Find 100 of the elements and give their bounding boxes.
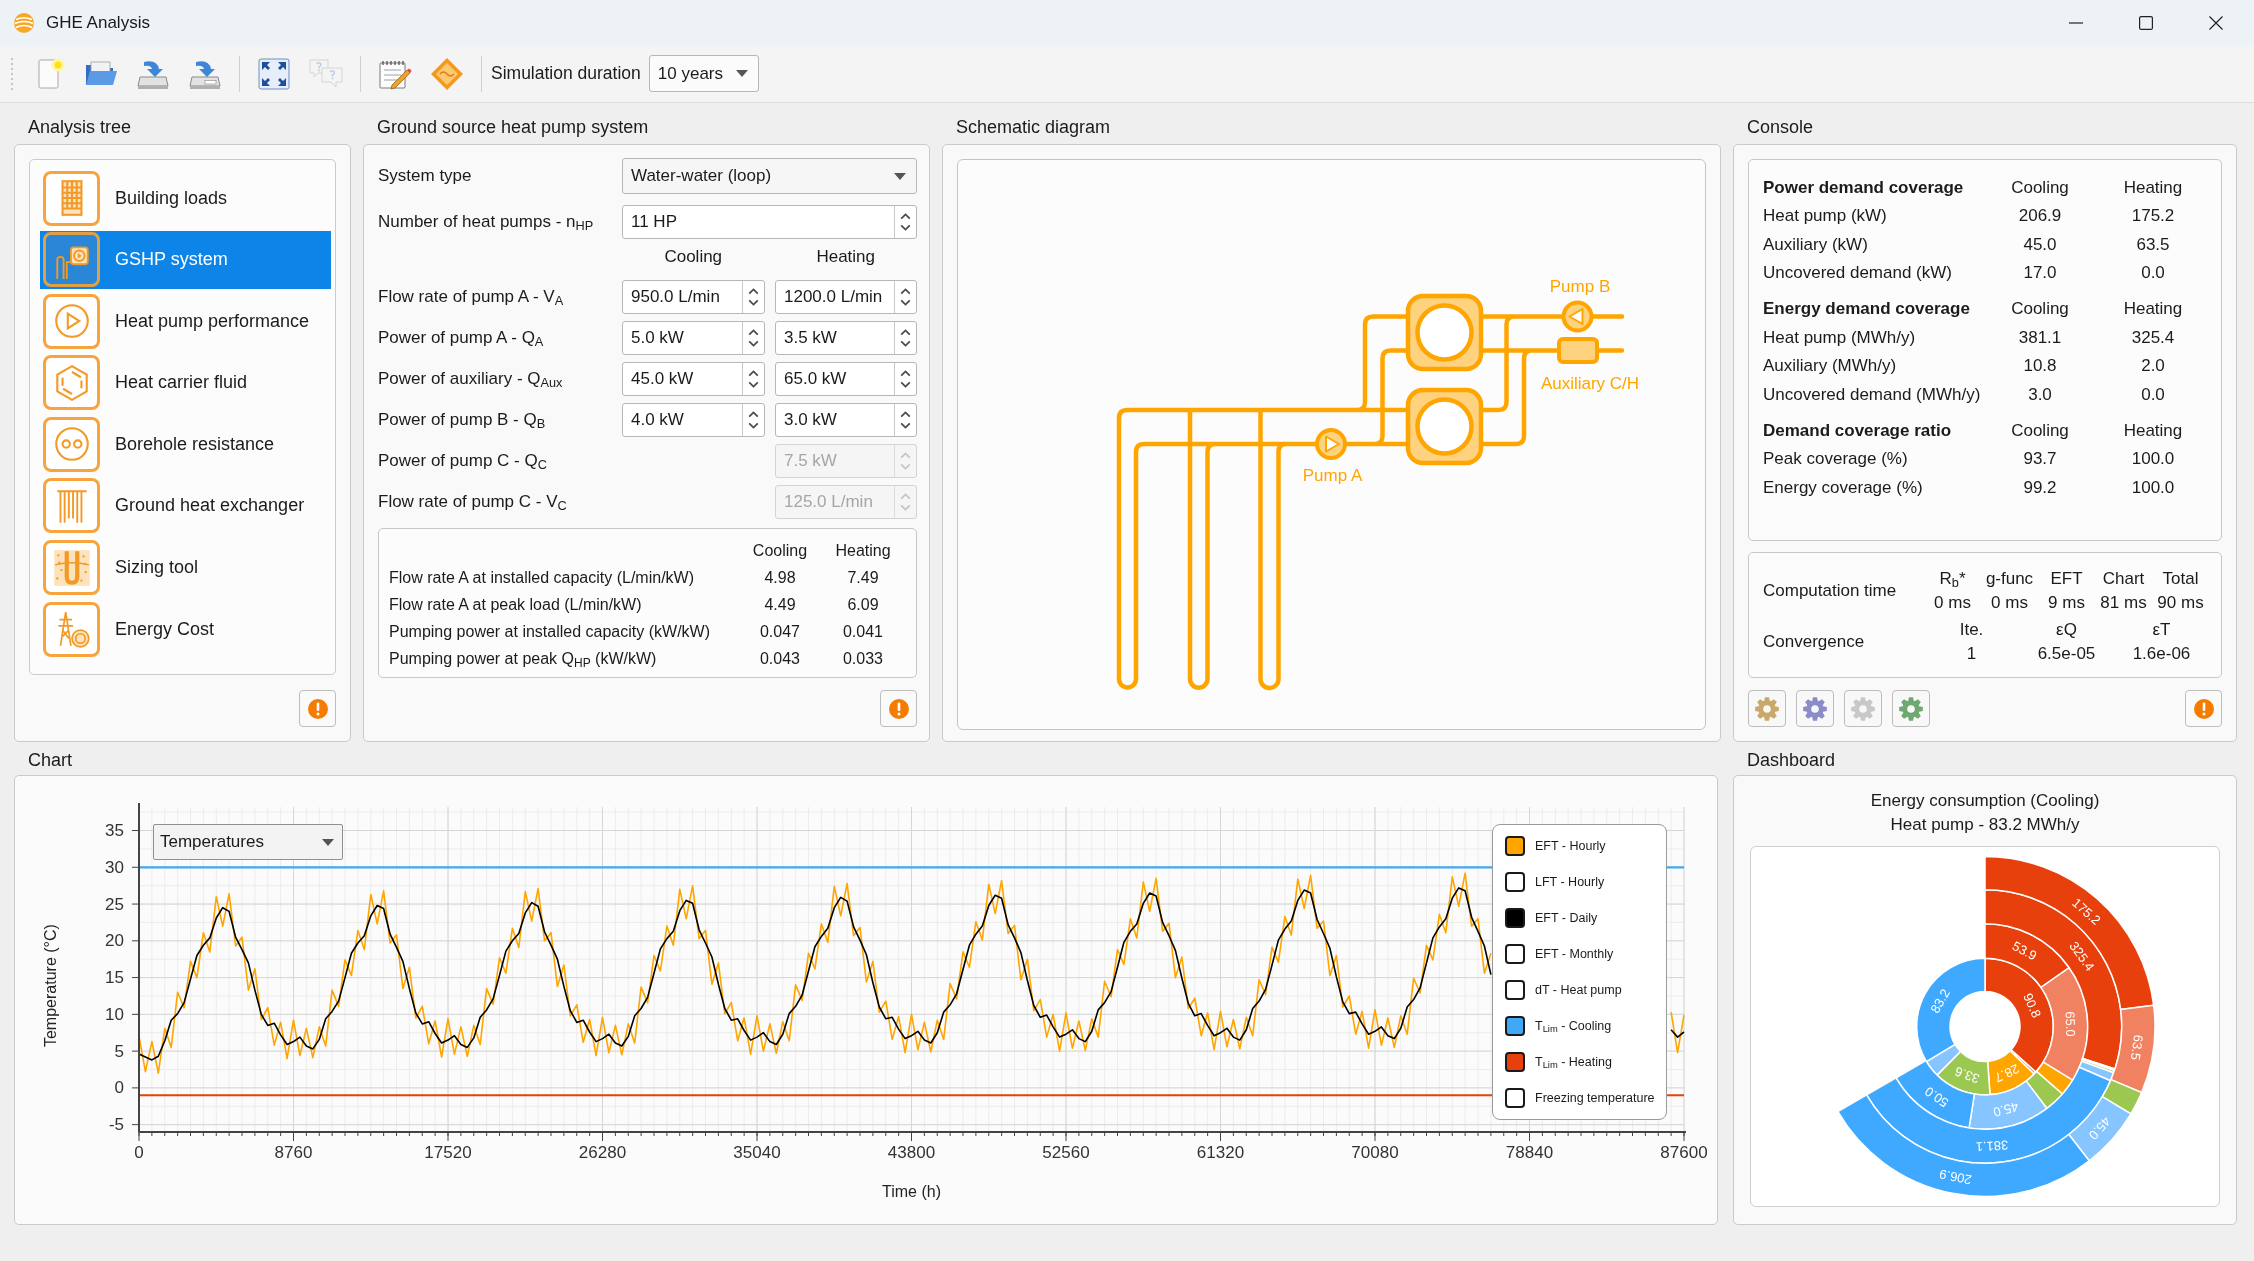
- axis-tick-label: 78840: [1505, 1142, 1554, 1162]
- table-cell-text: 381.1: [2018, 326, 2062, 349]
- table-cell-text: 4.98: [764, 567, 796, 588]
- table-cell-text: 45.0: [2023, 233, 2057, 256]
- row-label: Uncovered demand (kW): [1763, 263, 1952, 282]
- field-label: Power of pump B - Q$_{B}$: [378, 410, 546, 430]
- component-label: Pump A: [1302, 465, 1363, 485]
- row-label: Auxiliary (kW): [1763, 234, 1868, 254]
- slice-value-label: 33.6: [1952, 1063, 1982, 1087]
- field-label: Power of pump A - Q$_{A}$: [378, 328, 544, 348]
- table-cell-text: 9 ms: [2048, 592, 2085, 614]
- chart-subtitle: Heat pump - 83.2 MWh/y: [1890, 814, 2080, 836]
- row-label: Computation time: [1763, 581, 1897, 601]
- table-cell-text: 7.49: [847, 567, 879, 588]
- table-cell-text: 99.2: [2023, 476, 2057, 499]
- table-cell-text: 93.7: [2023, 448, 2057, 470]
- table-cell-text: 81 ms: [2100, 592, 2147, 614]
- legend-label: T$_{Lim}$ - Cooling: [1535, 1017, 1612, 1036]
- slice-value-label: 83.2: [1927, 986, 1953, 1016]
- panel-title: Dashboard: [1747, 748, 1836, 772]
- table-cell-text: 4.49: [764, 594, 796, 615]
- column-header: Cooling: [2011, 298, 2069, 320]
- row-label: Heat pump (kW): [1763, 206, 1887, 225]
- table-cell-text: 100.0: [2131, 476, 2175, 499]
- table-cell-text: 0 ms: [1991, 592, 2028, 614]
- table-cell-text: 0.0: [2141, 383, 2165, 406]
- axis-tick-label: 25: [105, 894, 124, 914]
- column-header: Cooling: [664, 246, 723, 269]
- column-header: Total: [2162, 568, 2199, 590]
- panel-title: Chart: [28, 748, 72, 772]
- panel-title: Schematic diagram: [956, 115, 1111, 139]
- column-header: Cooling: [2011, 419, 2069, 442]
- section-heading: Energy demand coverage: [1763, 299, 1970, 318]
- table-cell-text: 10.8: [2023, 355, 2057, 377]
- table-cell-text: 0 ms: [1934, 592, 1971, 614]
- column-header: Cooling: [2011, 176, 2069, 199]
- table-cell-text: 2.0: [2141, 355, 2165, 377]
- component-label: Pump B: [1549, 276, 1611, 296]
- section-heading: Demand coverage ratio: [1763, 420, 1951, 440]
- table-cell-text: 17.0: [2023, 262, 2057, 284]
- section-heading: Power demand coverage: [1763, 177, 1964, 197]
- row-label: Auxiliary (MWh/y): [1763, 356, 1897, 375]
- column-header: εQ: [2056, 619, 2077, 641]
- slice-value-label: 63.5: [2127, 1033, 2147, 1061]
- column-header: Ite.: [1959, 619, 1984, 641]
- row-label: Flow rate A at installed capacity (L/min/kW): [389, 568, 694, 586]
- field-label: System type: [378, 166, 472, 186]
- field-label: Flow rate of pump C - V$_{C}$: [378, 492, 567, 512]
- slice-value-label: 53.9: [2009, 938, 2040, 964]
- chart-title: Energy consumption (Cooling): [1870, 790, 2100, 812]
- row-label: Pumping power at installed capacity (kW/kW): [389, 622, 710, 640]
- column-header: Heating: [2123, 176, 2183, 199]
- table-cell-text: 0.033: [842, 648, 883, 669]
- panel-title: Analysis tree: [28, 115, 132, 139]
- legend-label: EFT - Hourly: [1535, 837, 1606, 855]
- table-cell-text: 325.4: [2131, 326, 2175, 349]
- table-cell-text: 0.0: [2141, 262, 2165, 284]
- axis-tick-label: 30: [105, 857, 124, 877]
- table-cell-text: 0.043: [759, 648, 800, 669]
- axis-tick-label: 87600: [1660, 1142, 1708, 1162]
- row-label: Heat pump (MWh/y): [1763, 327, 1916, 347]
- legend-label: EFT - Monthly: [1535, 945, 1614, 963]
- legend-label: LFT - Hourly: [1535, 873, 1605, 891]
- window-title: GHE Analysis: [46, 11, 150, 34]
- axis-tick-label: 70080: [1351, 1142, 1399, 1162]
- table-cell-text: 1.6e-06: [2132, 643, 2191, 665]
- duration-label: Simulation duration: [491, 62, 641, 86]
- table-cell-text: 6.09: [847, 594, 879, 615]
- column-header: Heating: [2123, 419, 2183, 442]
- field-label: Flow rate of pump A - V$_{A}$: [378, 287, 564, 307]
- component-label: Auxiliary C/H: [1540, 374, 1640, 393]
- column-header: g-func: [1985, 568, 2034, 590]
- column-header: EFT: [2050, 568, 2083, 590]
- legend-label: T$_{Lim}$ - Heating: [1535, 1053, 1612, 1072]
- slice-value-label: 45.0: [2085, 1113, 2114, 1143]
- table-cell-text: 206.9: [2018, 205, 2062, 227]
- axis-tick-label: 35: [105, 821, 124, 841]
- table-cell-text: 100.0: [2131, 448, 2175, 470]
- row-label: Pumping power at peak Q$_{HP}$ (kW/kW): [389, 649, 657, 667]
- row-label: Peak coverage (%): [1763, 449, 1908, 468]
- column-header: Heating: [2123, 298, 2183, 320]
- slice-value-label: 50.0: [1921, 1083, 1952, 1111]
- table-cell-text: 175.2: [2131, 205, 2175, 227]
- column-header: R$_{b}$*: [1939, 568, 1966, 591]
- slice-value-label: 65.0: [2062, 1011, 2079, 1037]
- table-cell-text: 6.5e-05: [2037, 643, 2096, 665]
- slice-value-label: 28.7: [1992, 1061, 2022, 1086]
- panel-title: Ground source heat pump system: [377, 115, 649, 139]
- field-label: Power of auxiliary - Q$_{Aux}$: [378, 369, 563, 389]
- row-label: Convergence: [1763, 632, 1865, 652]
- legend-label: dT - Heat pump: [1535, 981, 1622, 999]
- slice-value-label: 381.1: [1975, 1137, 2009, 1155]
- field-label: Power of pump C - Q$_{C}$: [378, 451, 547, 471]
- row-label: Energy coverage (%): [1763, 477, 1923, 497]
- table-cell-text: 63.5: [2136, 233, 2170, 256]
- slice-value-label: 90.8: [2020, 990, 2045, 1021]
- table-cell-text: 90 ms: [2157, 592, 2204, 614]
- table-cell-text: 1: [1966, 643, 1977, 665]
- panel-title: Console: [1747, 115, 1814, 139]
- column-header: Heating: [835, 540, 891, 561]
